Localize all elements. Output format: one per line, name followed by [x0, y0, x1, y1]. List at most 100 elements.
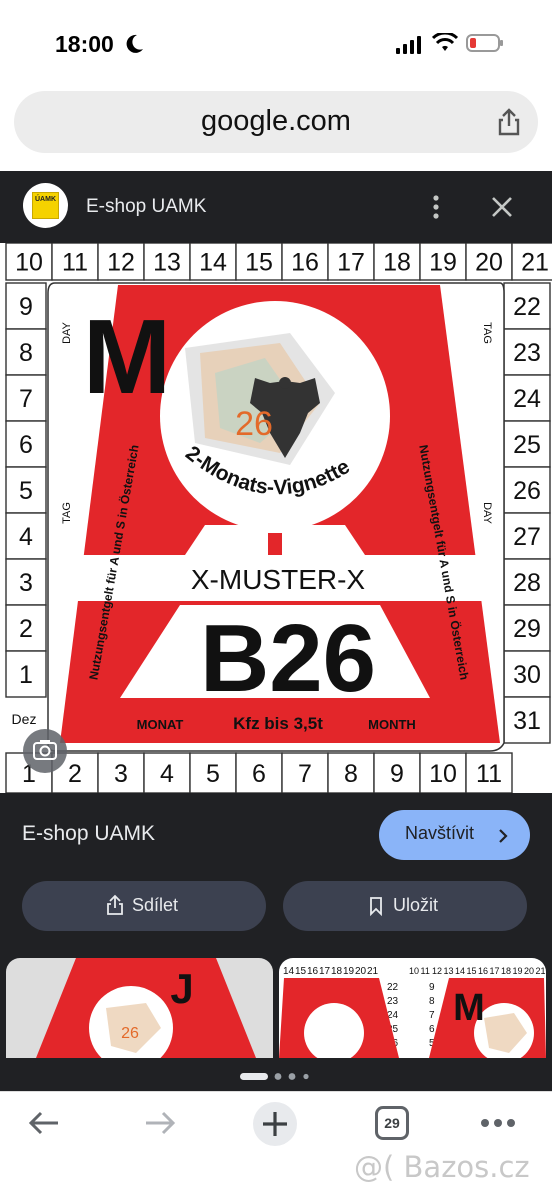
vignette-left-number: 3 [19, 569, 33, 597]
vignette-bottom-number: 9 [390, 760, 404, 788]
related-image-thumbnail[interactable]: 14 15 16 17 18 19 20 21 10 11 12 13 14 15 16 17 18 19 20 21… [279, 958, 546, 1058]
status-bar: 18:00 [0, 0, 552, 86]
thumb2-number: 14 [455, 966, 465, 976]
thumb2-number: 7 [429, 1010, 435, 1021]
visit-label: Navštívit [405, 823, 475, 843]
carousel-page-indicator [240, 1073, 309, 1080]
vignette-serial: X-MUSTER-X [191, 564, 366, 595]
thumb2-number: 17 [490, 966, 500, 976]
thumb2-number: 9 [429, 982, 435, 993]
vignette-right-number: 28 [513, 569, 541, 597]
more-menu-icon[interactable] [480, 1118, 516, 1128]
thumb2-number: 18 [501, 966, 511, 976]
vignette-image[interactable]: 10 11 12 13 14 15 16 17 18 19 20 21 9 8 7 6 5 4 3 2 1 22 23 24 2… [0, 242, 552, 794]
cellular-signal-icon [396, 36, 421, 54]
thumb2-number: 15 [295, 966, 307, 977]
vignette-monat: MONAT [137, 717, 184, 732]
vignette-top-number: 18 [383, 249, 411, 277]
thumb2-number: 20 [355, 966, 367, 977]
vignette-day-left: DAY [61, 321, 73, 343]
vignette-top-number: 12 [107, 249, 135, 277]
vignette-bottom-number: 10 [429, 760, 457, 788]
thumb2-number: 12 [432, 966, 442, 976]
thumb2-number: 16 [478, 966, 488, 976]
bookmark-icon [370, 897, 382, 916]
vignette-top-number: 19 [429, 249, 457, 277]
vignette-top-number: 21 [521, 249, 549, 277]
watermark-text: @( Bazos.cz [354, 1150, 530, 1184]
save-button[interactable]: Uložit [283, 881, 527, 931]
thumb2-number: 10 [409, 966, 419, 976]
vignette-right-number: 25 [513, 431, 541, 459]
vignette-tag-right: TAG [481, 322, 493, 344]
forward-arrow-icon[interactable] [142, 1108, 178, 1138]
new-tab-plus-icon[interactable] [252, 1101, 298, 1147]
focus-moon-icon [126, 34, 143, 53]
thumb2-number: 21 [536, 966, 546, 976]
vignette-top-number: 13 [153, 249, 181, 277]
vignette-month: MONTH [368, 717, 416, 732]
back-arrow-icon[interactable] [26, 1108, 62, 1138]
vignette-right-number: 24 [513, 385, 541, 413]
vignette-left-number: 4 [19, 523, 33, 551]
vignette-bottom-number: 3 [114, 760, 128, 788]
visit-button[interactable]: Navštívit [379, 810, 530, 860]
save-label: Uložit [393, 895, 439, 915]
vignette-left-number: 9 [19, 293, 33, 321]
vignette-top-number: 15 [245, 249, 273, 277]
vignette-bottom-number: 11 [476, 760, 502, 788]
thumb2-number: 19 [343, 966, 355, 977]
panel-site-title: E-shop UAMK [86, 196, 207, 217]
share-button[interactable]: Sdílet [22, 881, 266, 931]
thumb1-year: 26 [121, 1025, 139, 1042]
vignette-tag-left: TAG [61, 502, 73, 524]
vignette-right-number: 26 [513, 477, 541, 505]
vignette-left-number: 1 [19, 661, 33, 689]
share-label: Sdílet [132, 895, 179, 915]
share-icon [107, 894, 123, 915]
close-icon[interactable] [488, 193, 516, 221]
thumb2-number: 11 [421, 966, 430, 976]
vignette-left-number: 6 [19, 431, 33, 459]
vignette-dez: Dez [12, 711, 37, 727]
address-bar[interactable]: google.com [14, 91, 538, 153]
vignette-right-number: 23 [513, 339, 541, 367]
vignette-kfz: Kfz bis 3,5t [233, 714, 323, 733]
vignette-code: B26 [200, 605, 376, 712]
vignette-right-number: 31 [513, 707, 541, 735]
status-time: 18:00 [55, 31, 114, 57]
thumb2-number: 18 [331, 966, 343, 977]
vignette-month-letter: M [83, 298, 171, 416]
result-site-name: E-shop UAMK [22, 822, 156, 845]
more-options-icon[interactable] [424, 194, 448, 220]
vignette-top-number: 16 [291, 249, 319, 277]
thumb2-letter: M [453, 987, 485, 1029]
vignette-top-number: 11 [62, 249, 88, 277]
vignette-year: 26 [235, 405, 273, 443]
vignette-left-number: 7 [19, 385, 33, 413]
vignette-bottom-number: 2 [68, 760, 82, 788]
vignette-left-number: 8 [19, 339, 33, 367]
site-logo: ÚAMK [23, 183, 68, 228]
vignette-bottom-number: 7 [298, 760, 312, 788]
share-icon[interactable] [496, 107, 522, 137]
thumb2-number: 8 [429, 996, 435, 1007]
vignette-right-number: 30 [513, 661, 541, 689]
vignette-bottom-number: 5 [206, 760, 220, 788]
vignette-day-right: DAY [481, 502, 493, 524]
vignette-left-number: 2 [19, 615, 33, 643]
related-image-thumbnail[interactable]: J 26 [6, 958, 273, 1058]
tab-count-button[interactable]: 29 [375, 1106, 409, 1140]
chevron-right-icon [499, 829, 508, 843]
thumb2-number: 15 [467, 966, 477, 976]
wifi-icon [432, 33, 458, 51]
vignette-right-number: 29 [513, 615, 541, 643]
vignette-bottom-number: 4 [160, 760, 174, 788]
lens-search-icon[interactable] [22, 728, 68, 774]
thumb2-number: 6 [429, 1024, 435, 1035]
thumb2-number: 21 [367, 966, 379, 977]
thumb2-number: 17 [319, 966, 331, 977]
vignette-right-number: 22 [513, 293, 541, 321]
thumb2-number: 20 [524, 966, 534, 976]
vignette-bottom-number: 8 [344, 760, 358, 788]
